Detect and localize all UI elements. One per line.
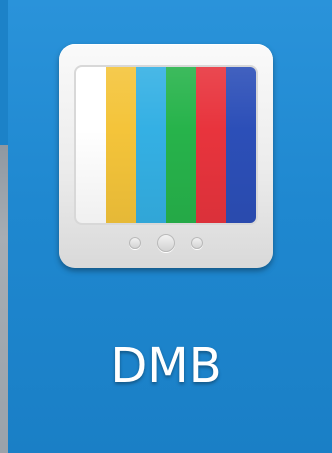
dmb-tv-icon[interactable] [59,44,273,268]
tv-knob-right-icon [191,237,203,249]
background-window-edge [0,145,8,453]
color-bar-cyan [136,67,166,223]
app-label[interactable]: DMB [0,336,332,396]
tv-control-buttons [59,233,273,253]
app-tile-page: { "app": { "label": "DMB", "icon": "dmb-… [0,0,332,453]
color-bar-white [76,67,106,223]
tv-knob-center-icon [157,234,175,252]
tv-screen-color-bars [76,67,256,223]
color-bar-blue [226,67,256,223]
color-bar-red [196,67,226,223]
color-bar-green [166,67,196,223]
color-bar-yellow [106,67,136,223]
tv-knob-left-icon [129,237,141,249]
